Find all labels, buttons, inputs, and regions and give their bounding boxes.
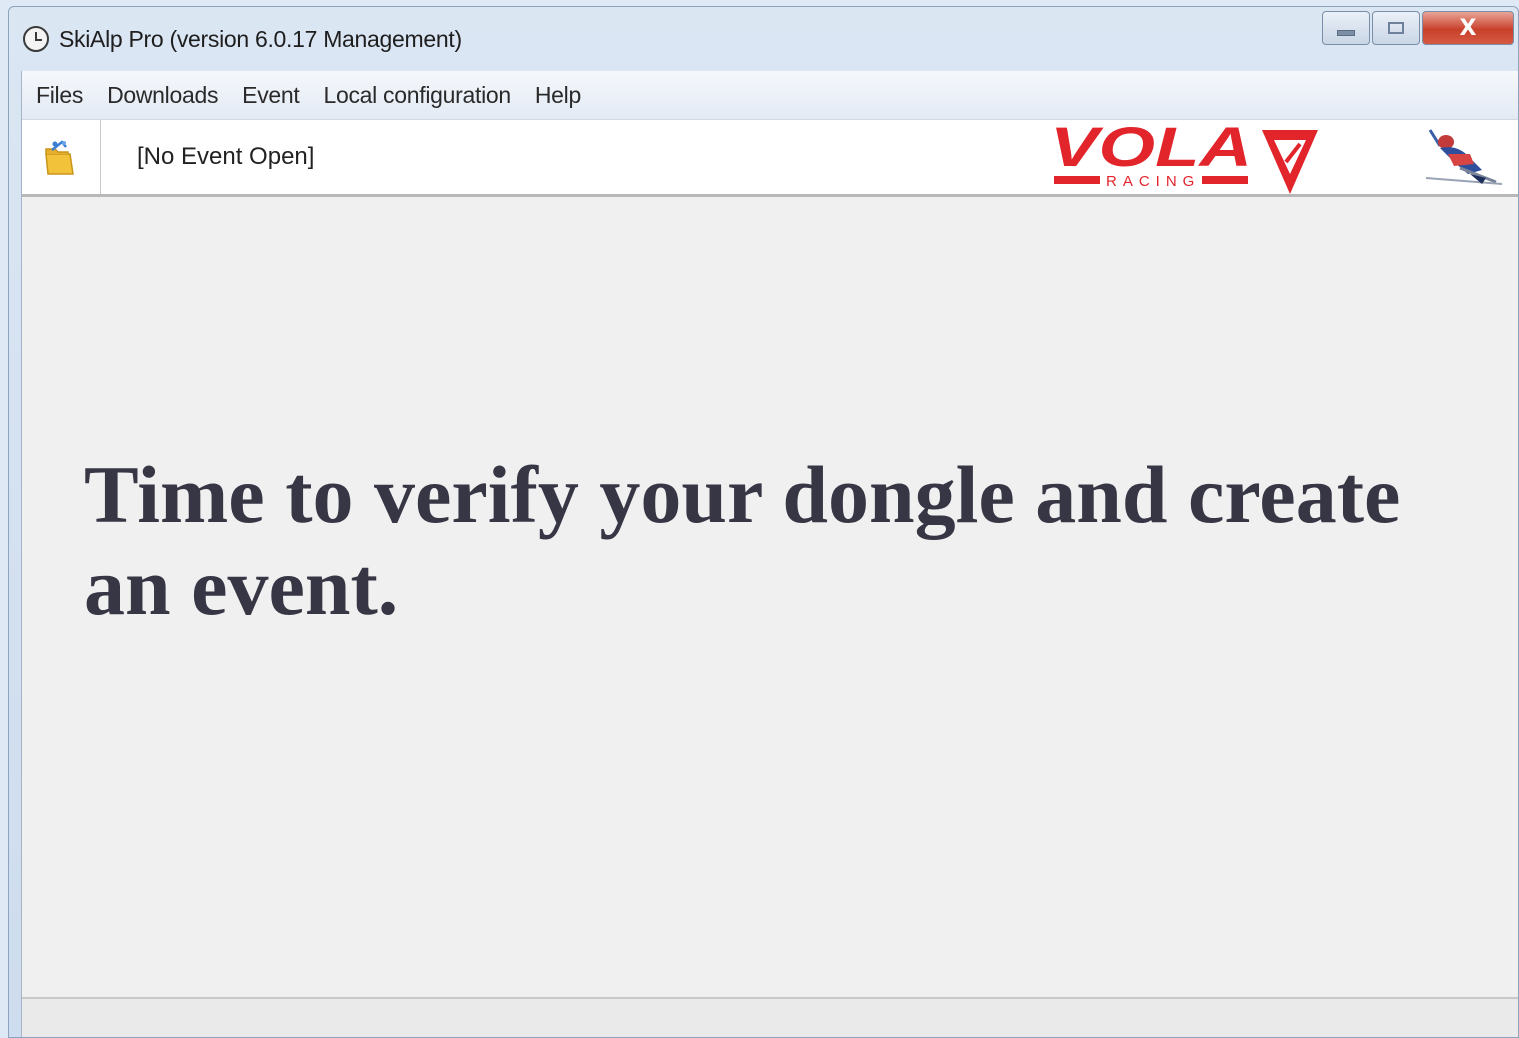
open-event-button[interactable] xyxy=(22,120,101,194)
menu-event[interactable]: Event xyxy=(242,82,300,109)
window-controls: X xyxy=(1322,11,1514,45)
maximize-button[interactable] xyxy=(1372,11,1420,45)
vola-racing-logo: VOLA RACING xyxy=(1050,122,1318,194)
svg-text:VOLA: VOLA xyxy=(1050,122,1252,178)
event-status-label: [No Event Open] xyxy=(137,143,315,170)
menu-files[interactable]: Files xyxy=(36,82,83,109)
app-window: SkiAlp Pro (version 6.0.17 Management) X… xyxy=(8,6,1519,1038)
title-bar[interactable]: SkiAlp Pro (version 6.0.17 Management) X xyxy=(9,7,1518,71)
menu-local-configuration[interactable]: Local configuration xyxy=(323,82,511,109)
window-title: SkiAlp Pro (version 6.0.17 Management) xyxy=(59,25,462,52)
open-folder-icon xyxy=(45,140,74,175)
instruction-message: Time to verify your dongle and create an… xyxy=(84,449,1401,632)
skier-logo-icon xyxy=(1425,129,1503,185)
maximize-icon xyxy=(1388,22,1404,34)
menu-bar: Files Downloads Event Local configuratio… xyxy=(22,71,1518,120)
minimize-button[interactable] xyxy=(1322,11,1370,45)
client-area: Files Downloads Event Local configuratio… xyxy=(21,71,1518,1037)
toolbar: [No Event Open] VOLA RACING xyxy=(22,120,1518,197)
minimize-icon xyxy=(1337,30,1355,36)
status-bar xyxy=(22,997,1518,1037)
clock-icon xyxy=(23,26,49,52)
menu-downloads[interactable]: Downloads xyxy=(107,82,218,109)
svg-text:RACING: RACING xyxy=(1106,173,1200,190)
close-button[interactable]: X xyxy=(1422,11,1514,45)
close-icon: X xyxy=(1459,15,1477,41)
menu-help[interactable]: Help xyxy=(535,82,581,109)
